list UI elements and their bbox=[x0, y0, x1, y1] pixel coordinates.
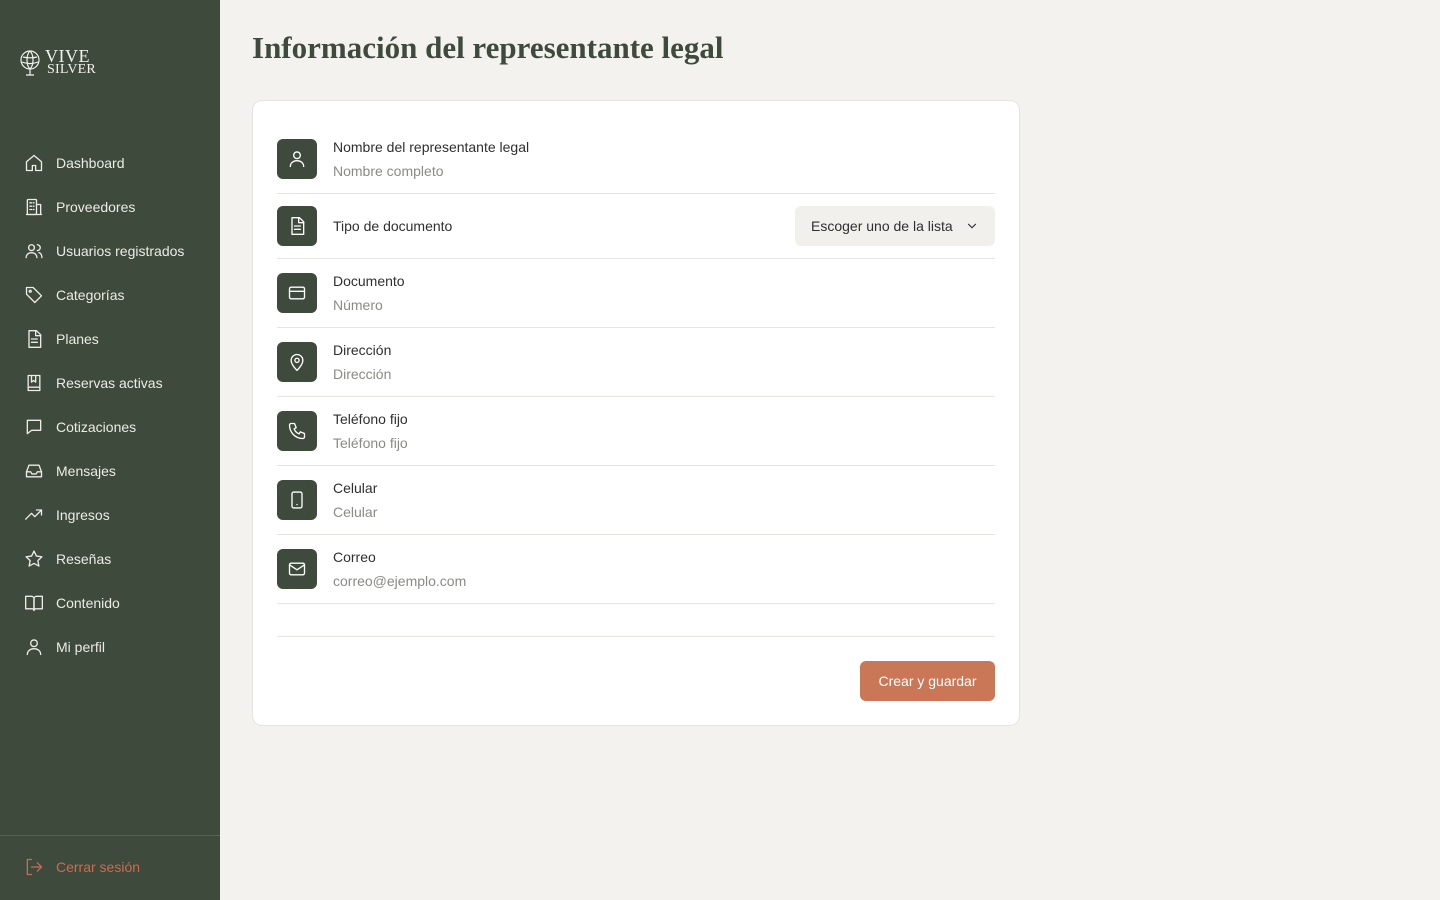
inbox-icon bbox=[25, 464, 43, 478]
sidebar-item-label: Categorías bbox=[56, 287, 125, 303]
crear-y-guardar-button[interactable]: Crear y guardar bbox=[860, 661, 995, 701]
smartphone-icon bbox=[291, 491, 303, 509]
sidebar-item-label: Planes bbox=[56, 331, 99, 347]
user-icon bbox=[289, 151, 305, 168]
home-icon bbox=[25, 154, 43, 172]
brand-logo[interactable]: VIVE SILVER bbox=[18, 47, 96, 78]
star-icon bbox=[25, 550, 43, 567]
sidebar-item-usuarios[interactable]: Usuarios registrados bbox=[0, 229, 220, 273]
sidebar-item-categorias[interactable]: Categorías bbox=[0, 273, 220, 317]
field-label: Correo bbox=[333, 549, 376, 565]
tree-logo-icon bbox=[20, 50, 40, 76]
row-icon-box bbox=[277, 139, 317, 179]
sidebar-item-label: Dashboard bbox=[56, 155, 125, 171]
sidebar-item-label: Mi perfil bbox=[56, 639, 106, 655]
documento-input[interactable] bbox=[333, 296, 933, 314]
direccion-input[interactable] bbox=[333, 365, 933, 383]
sidebar-item-label: Mensajes bbox=[56, 463, 116, 479]
field-label: Dirección bbox=[333, 342, 392, 358]
field-label: Documento bbox=[333, 273, 405, 289]
sidebar-item-proveedores[interactable]: Proveedores bbox=[0, 185, 220, 229]
sidebar-item-label: Ingresos bbox=[56, 507, 110, 523]
sidebar-divider bbox=[0, 835, 220, 836]
form-row-tipo-documento: Tipo de documento Escoger uno de la list… bbox=[277, 194, 995, 259]
sidebar-item-planes[interactable]: Planes bbox=[0, 317, 220, 361]
document-icon bbox=[291, 217, 305, 235]
row-icon-box bbox=[277, 206, 317, 246]
document-icon bbox=[28, 330, 42, 348]
celular-input[interactable] bbox=[333, 503, 933, 521]
field-label: Nombre del representante legal bbox=[333, 139, 530, 155]
sidebar-item-cotizaciones[interactable]: Cotizaciones bbox=[0, 405, 220, 449]
sidebar-item-resenas[interactable]: Reseñas bbox=[0, 537, 220, 581]
form-row-nombre: Nombre del representante legal bbox=[277, 125, 995, 194]
sidebar-item-label: Proveedores bbox=[56, 199, 136, 215]
form-row-documento: Documento bbox=[277, 259, 995, 328]
map-pin-icon bbox=[290, 353, 304, 371]
nombre-input[interactable] bbox=[333, 162, 933, 180]
sidebar-item-mi-perfil[interactable]: Mi perfil bbox=[0, 625, 220, 669]
user-icon bbox=[26, 639, 42, 656]
sidebar-nav: Dashboard Proveedores Usuarios registrad… bbox=[0, 141, 220, 669]
credit-card-icon bbox=[288, 286, 306, 300]
sidebar-item-contenido[interactable]: Contenido bbox=[0, 581, 220, 625]
legal-rep-form-card: Nombre del representante legal Tipo de d… bbox=[252, 100, 1020, 726]
field-label: Teléfono fijo bbox=[333, 411, 408, 427]
sidebar-item-label: Reservas activas bbox=[56, 375, 163, 391]
book-open-icon bbox=[25, 595, 43, 612]
chat-icon bbox=[26, 419, 42, 435]
brand-name-line2: SILVER bbox=[47, 62, 96, 77]
row-icon-box bbox=[277, 342, 317, 382]
sidebar-item-label: Reseñas bbox=[56, 551, 112, 567]
sidebar-item-label: Usuarios registrados bbox=[56, 243, 185, 259]
select-value: Escoger uno de la lista bbox=[811, 218, 953, 234]
users-icon bbox=[25, 244, 43, 259]
building-icon bbox=[25, 198, 43, 216]
sidebar-item-mensajes[interactable]: Mensajes bbox=[0, 449, 220, 493]
sidebar-item-label: Contenido bbox=[56, 595, 120, 611]
sidebar-item-ingresos[interactable]: Ingresos bbox=[0, 493, 220, 537]
correo-input[interactable] bbox=[333, 572, 933, 590]
field-label: Celular bbox=[333, 480, 378, 496]
form-row-telefono-fijo: Teléfono fijo bbox=[277, 397, 995, 466]
tipo-documento-select[interactable]: Escoger uno de la lista bbox=[795, 206, 995, 246]
logout-icon bbox=[26, 858, 43, 876]
chevron-down-icon bbox=[967, 223, 977, 229]
row-icon-box bbox=[277, 411, 317, 451]
logout-button[interactable]: Cerrar sesión bbox=[24, 857, 140, 877]
page-title: Información del representante legal bbox=[252, 30, 724, 65]
sidebar-item-reservas[interactable]: Reservas activas bbox=[0, 361, 220, 405]
sidebar: VIVE SILVER Dashboard Proveedores Usuari… bbox=[0, 0, 220, 900]
form-row-correo: Correo bbox=[277, 535, 995, 604]
tag-icon bbox=[25, 286, 43, 304]
mail-icon bbox=[288, 562, 306, 576]
phone-icon bbox=[288, 422, 306, 440]
trending-up-icon bbox=[25, 509, 43, 520]
logout-label: Cerrar sesión bbox=[56, 859, 141, 875]
form-row-direccion: Dirección bbox=[277, 328, 995, 397]
form-footer-divider bbox=[277, 636, 995, 637]
bookmark-book-icon bbox=[27, 374, 41, 392]
row-icon-box bbox=[277, 480, 317, 520]
main-content: Información del representante legal Nomb… bbox=[220, 0, 1440, 900]
row-icon-box bbox=[277, 549, 317, 589]
form-row-celular: Celular bbox=[277, 466, 995, 535]
telefono-fijo-input[interactable] bbox=[333, 434, 933, 452]
row-icon-box bbox=[277, 273, 317, 313]
sidebar-item-dashboard[interactable]: Dashboard bbox=[0, 141, 220, 185]
sidebar-item-label: Cotizaciones bbox=[56, 419, 137, 435]
